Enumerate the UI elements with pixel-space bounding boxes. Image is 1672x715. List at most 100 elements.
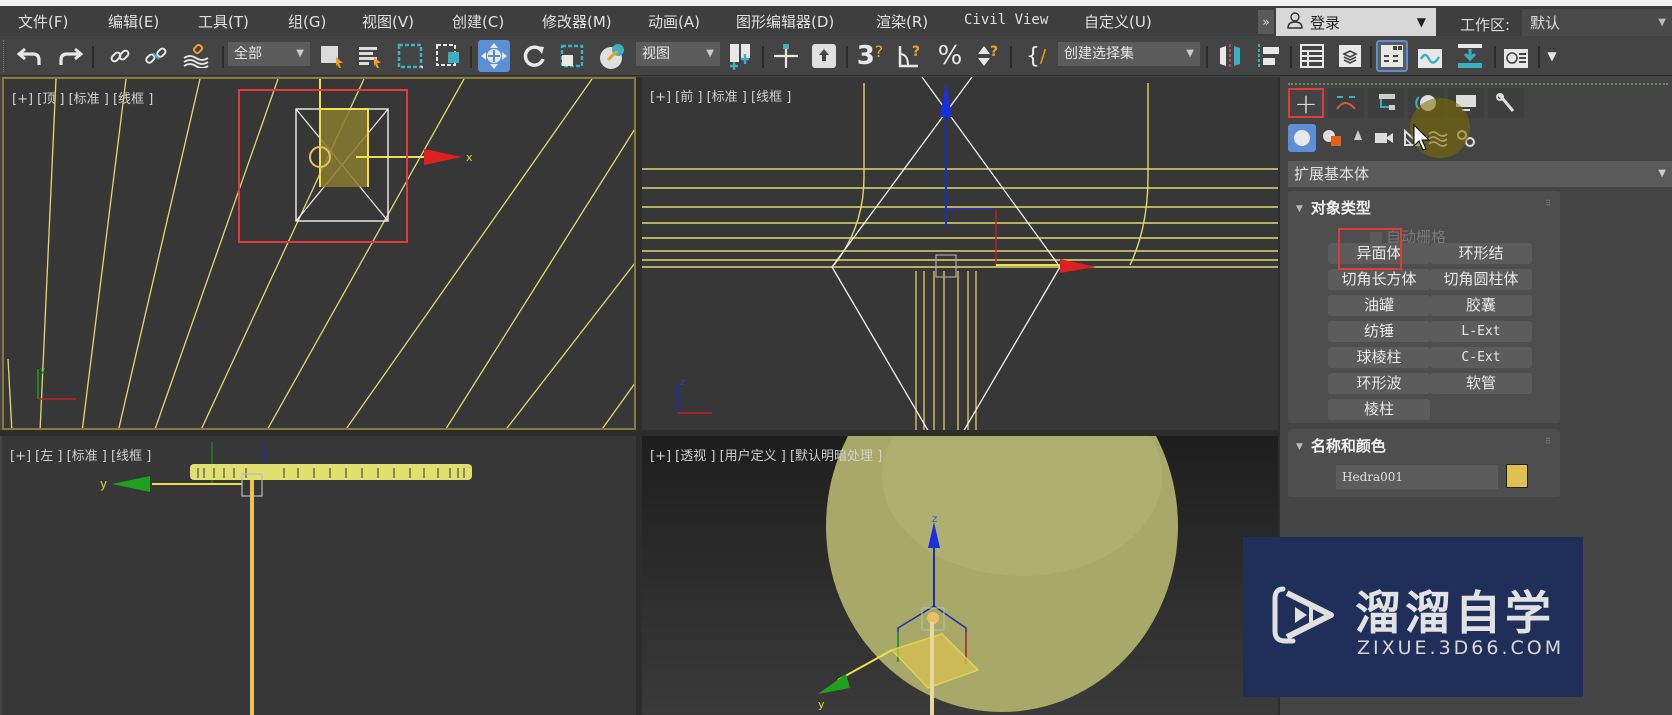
menu-overflow-button[interactable]: »: [1258, 10, 1274, 34]
select-by-name-icon[interactable]: [354, 40, 386, 72]
rectangular-selection-icon[interactable]: [394, 40, 426, 72]
menu-civil-view[interactable]: Civil View: [964, 12, 1048, 28]
tab-modify[interactable]: [1328, 88, 1364, 118]
play-logo-icon: [1272, 586, 1334, 644]
login-dropdown[interactable]: 登录 ▼: [1276, 8, 1436, 36]
subtab-geometry[interactable]: [1288, 124, 1316, 152]
menu-rendering[interactable]: 渲染(R): [876, 11, 928, 32]
rollout-grip-icon[interactable]: ⠿: [1545, 199, 1551, 208]
link-icon[interactable]: [104, 40, 136, 72]
checkbox[interactable]: [1370, 231, 1382, 244]
viewport-perspective[interactable]: z y [+] [透视 ] [用户定义 ] [默认明暗处理 ]: [642, 436, 1278, 715]
menu-edit[interactable]: 编辑(E): [108, 11, 159, 32]
shapes-icon: [1323, 130, 1341, 146]
viewport-left[interactable]: y [+] [左 ] [标准 ] [线框 ]: [2, 436, 636, 715]
user-icon: [1286, 11, 1304, 33]
left-viewport-label[interactable]: [+] [左 ] [标准 ] [线框 ]: [10, 445, 151, 464]
select-object-icon[interactable]: [316, 40, 348, 72]
rollout-grip-icon[interactable]: ⠿: [1545, 437, 1551, 446]
select-and-scale-icon[interactable]: [556, 40, 588, 72]
button-ringwave[interactable]: 环形波: [1328, 373, 1430, 394]
button-chamfer-cyl[interactable]: 切角圆柱体: [1430, 269, 1532, 290]
toolbar-separator: [1290, 46, 1292, 68]
tab-hierarchy[interactable]: [1368, 88, 1404, 118]
top-viewport-canvas: x y: [7, 79, 634, 428]
button-hedra[interactable]: 异面体: [1328, 243, 1430, 264]
main-toolbar: 全部 ▼ 视图 ▼ 3 ? ? % ? {/ 创建选择集 ▼ ▼: [0, 36, 1672, 76]
button-prism[interactable]: 棱柱: [1328, 399, 1430, 420]
select-and-rotate-icon[interactable]: [518, 40, 550, 72]
subtab-shapes[interactable]: [1318, 124, 1346, 152]
button-capsule[interactable]: 胶囊: [1430, 295, 1532, 316]
toolbar-separator: [1206, 46, 1208, 68]
curve-editor-icon[interactable]: [1414, 40, 1446, 72]
workspace-dropdown[interactable]: 默认 ▼: [1522, 9, 1672, 37]
top-viewport-label[interactable]: [+] [顶 ] [标准 ] [线框 ]: [12, 88, 153, 107]
material-editor-icon[interactable]: [1500, 40, 1532, 72]
spinner-snap-icon[interactable]: ?: [972, 40, 1004, 72]
rollout-name-color-header[interactable]: ▼ 名称和颜色: [1296, 435, 1386, 456]
menu-animation[interactable]: 动画(A): [648, 11, 700, 32]
mirror-icon[interactable]: [1214, 40, 1246, 72]
unlink-icon[interactable]: [140, 40, 172, 72]
button-spindle[interactable]: 纺锤: [1328, 321, 1430, 342]
front-viewport-label[interactable]: [+] [前 ] [标准 ] [线框 ]: [650, 86, 791, 105]
select-and-manipulate-icon[interactable]: [770, 40, 802, 72]
rollout-name-color: ▼ 名称和颜色 ⠿: [1288, 429, 1560, 497]
menu-views[interactable]: 视图(V): [362, 11, 414, 32]
button-hose[interactable]: 软管: [1430, 373, 1532, 394]
menu-graph-editors[interactable]: 图形编辑器(D): [736, 11, 834, 32]
use-pivot-center-icon[interactable]: [724, 40, 756, 72]
edit-named-selection-icon[interactable]: {/: [1020, 40, 1052, 72]
angle-snap-icon[interactable]: ?: [894, 40, 926, 72]
tab-create[interactable]: +: [1288, 87, 1324, 120]
menu-modifiers[interactable]: 修改器(M): [542, 11, 612, 32]
redo-icon[interactable]: [54, 40, 86, 72]
viewport-top[interactable]: x y [+] [顶 ] [标准 ] [线框 ]: [2, 77, 636, 430]
layer-explorer-icon[interactable]: [1334, 40, 1366, 72]
snaps-toggle-icon[interactable]: 3?: [854, 40, 886, 72]
menu-group[interactable]: 组(G): [288, 11, 326, 32]
button-c-ext[interactable]: C-Ext: [1430, 347, 1532, 368]
chevron-down-icon: ▼: [296, 48, 304, 59]
toggle-ribbon-icon[interactable]: [1376, 40, 1408, 72]
scene-explorer-icon[interactable]: [1296, 40, 1328, 72]
toolbar-grip[interactable]: [3, 40, 6, 72]
category-dropdown[interactable]: 扩展基本体 ▼: [1288, 161, 1672, 187]
keyboard-shortcut-override-icon[interactable]: [808, 40, 840, 72]
top-axis-x-label: x: [466, 151, 473, 164]
watermark-title: 溜溜自学: [1355, 586, 1555, 640]
menubar: 文件(F) 编辑(E) 工具(T) 组(G) 视图(V) 创建(C) 修改器(M…: [0, 6, 1672, 37]
select-and-move-icon[interactable]: [478, 40, 510, 72]
percent-snap-icon[interactable]: %: [934, 40, 966, 72]
category-value: 扩展基本体: [1294, 165, 1370, 183]
bind-to-space-warp-icon[interactable]: [180, 40, 212, 72]
window-crossing-icon[interactable]: [432, 40, 464, 72]
subtab-cameras[interactable]: [1370, 124, 1398, 152]
align-icon[interactable]: [1252, 40, 1284, 72]
button-l-ext[interactable]: L-Ext: [1430, 321, 1532, 342]
rollout-object-type-header[interactable]: ▼ 对象类型: [1296, 197, 1371, 218]
reference-coordinate-dropdown[interactable]: 视图 ▼: [636, 42, 720, 66]
viewport-front[interactable]: z [+] [前 ] [标准 ] [线框 ]: [642, 77, 1278, 430]
subtab-lights[interactable]: [1344, 124, 1372, 152]
panel-grip[interactable]: [1288, 83, 1668, 85]
perspective-viewport-label[interactable]: [+] [透视 ] [用户定义 ] [默认明暗处理 ]: [650, 445, 882, 464]
undo-icon[interactable]: [14, 40, 46, 72]
object-name-input[interactable]: [1336, 465, 1498, 489]
button-torus-knot[interactable]: 环形结: [1430, 243, 1532, 264]
button-gengon[interactable]: 球棱柱: [1328, 347, 1430, 368]
object-color-swatch[interactable]: [1506, 464, 1528, 488]
menu-customize[interactable]: 自定义(U): [1084, 11, 1152, 32]
menu-file[interactable]: 文件(F): [18, 11, 68, 32]
button-chamfer-box[interactable]: 切角长方体: [1328, 269, 1430, 290]
schematic-view-icon[interactable]: [1454, 40, 1486, 72]
menu-create[interactable]: 创建(C): [452, 11, 504, 32]
named-selection-dropdown[interactable]: 创建选择集 ▼: [1058, 42, 1200, 66]
tab-utilities[interactable]: [1488, 88, 1524, 118]
menu-tools[interactable]: 工具(T): [198, 11, 249, 32]
selection-filter-dropdown[interactable]: 全部 ▼: [228, 42, 310, 66]
button-oil-tank[interactable]: 油罐: [1328, 295, 1430, 316]
toolbar-overflow-icon[interactable]: ▼: [1544, 40, 1560, 72]
place-object-icon[interactable]: [596, 40, 628, 72]
